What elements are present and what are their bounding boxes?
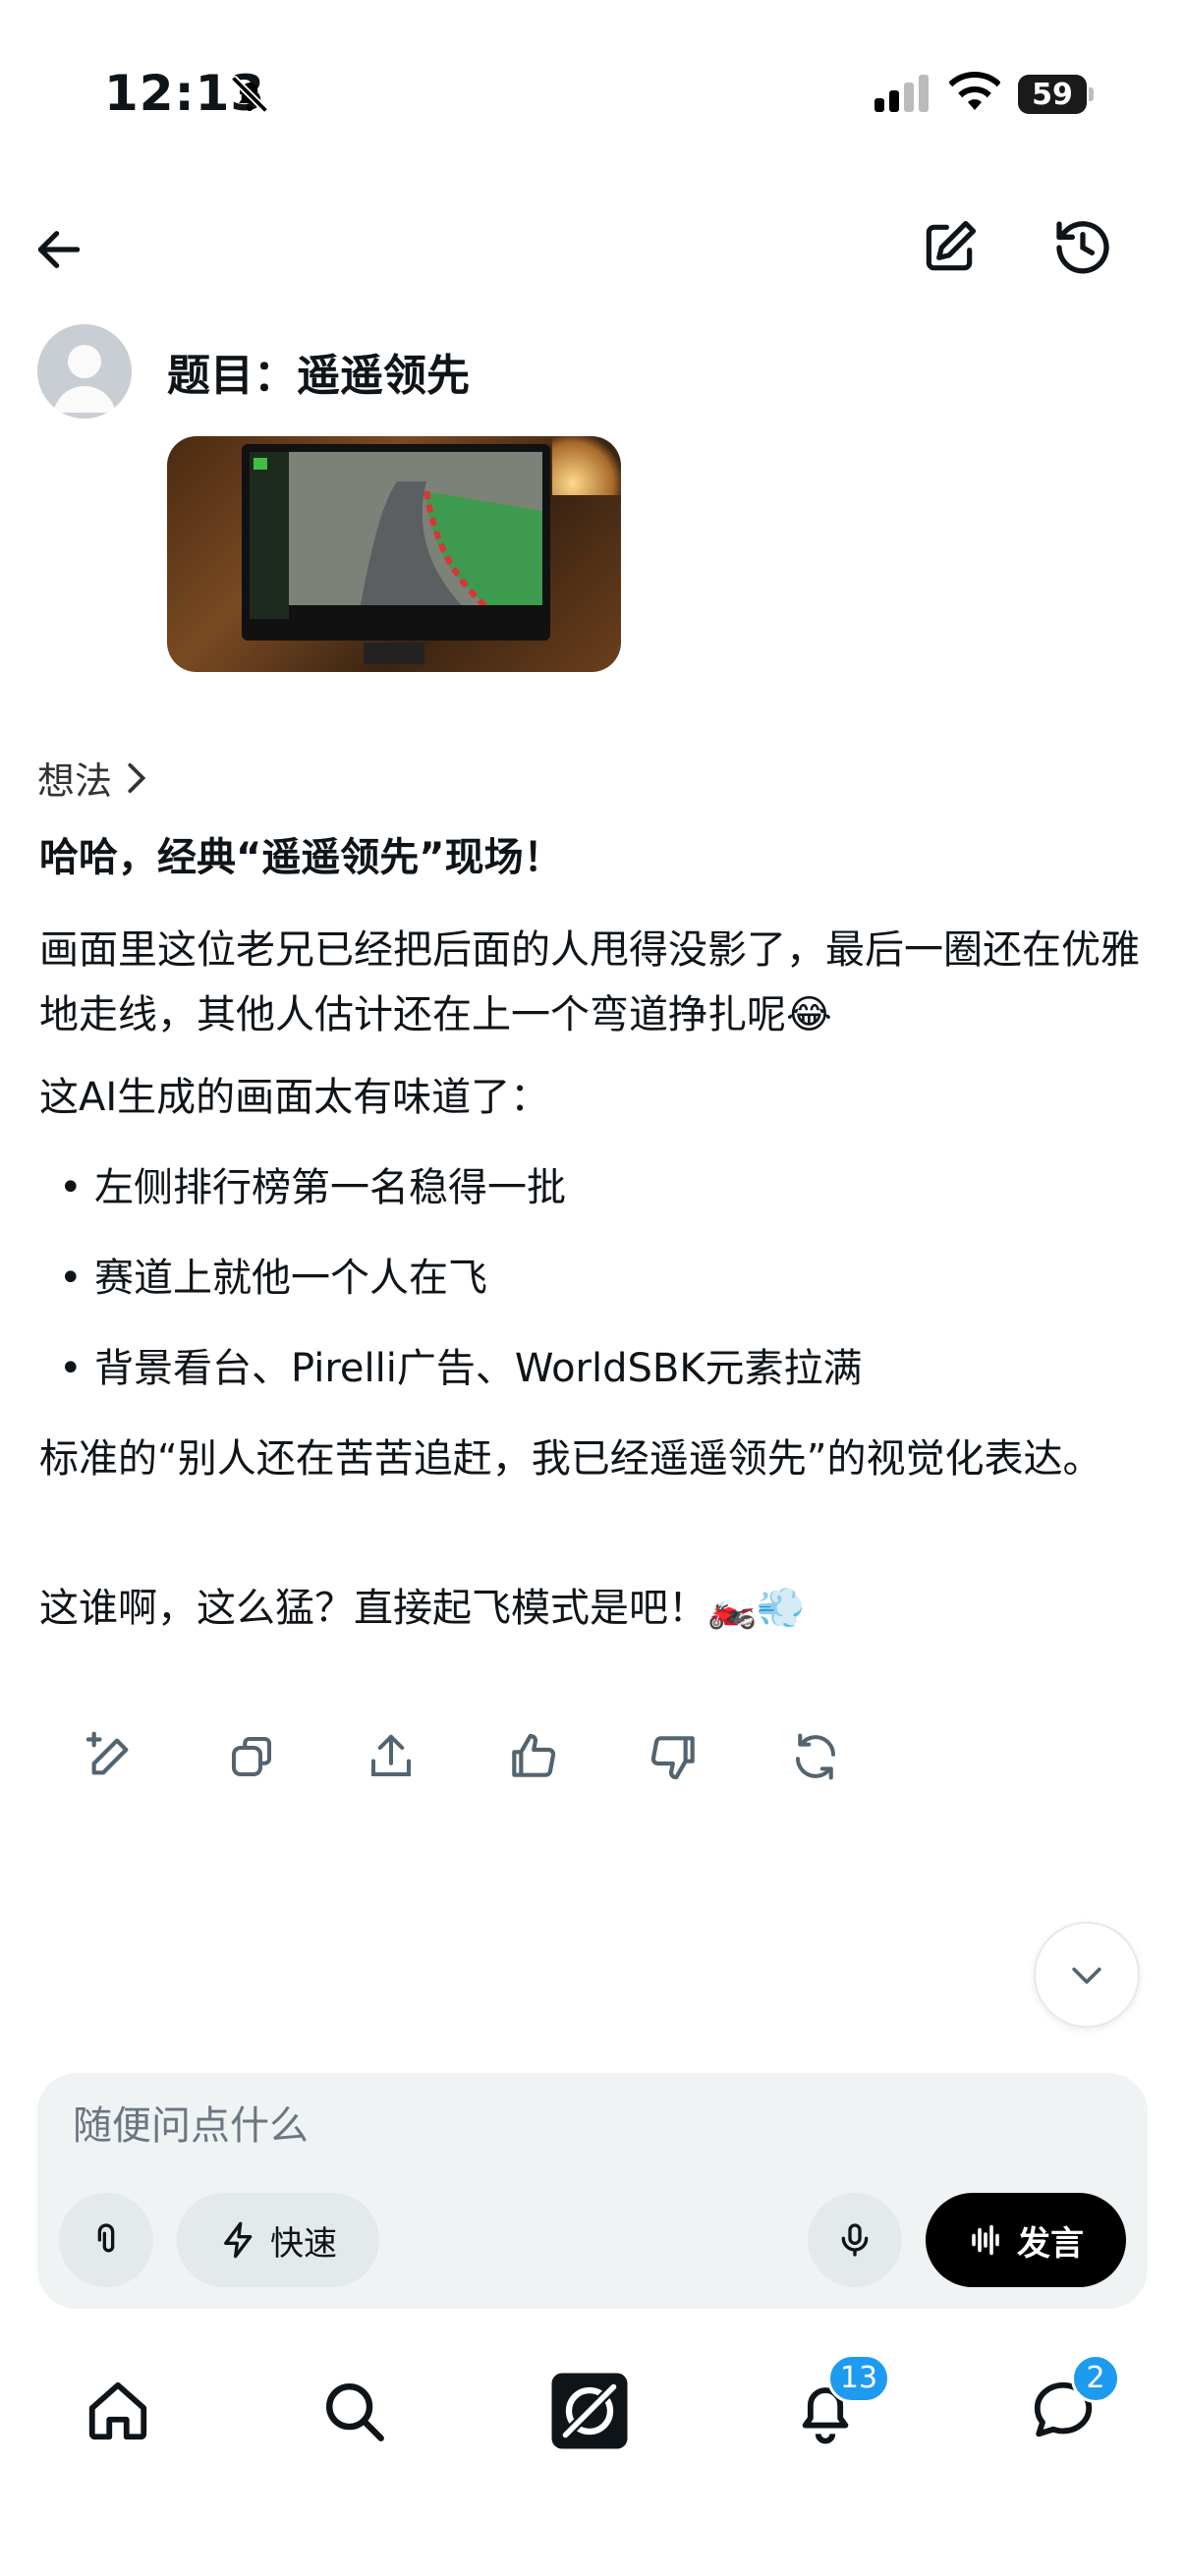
thumbs-up-icon xyxy=(512,1733,556,1777)
waveform-icon xyxy=(972,2224,999,2256)
back-button[interactable] xyxy=(22,212,96,287)
wifi-icon xyxy=(948,71,1001,118)
attach-button[interactable] xyxy=(59,2193,153,2287)
tab-grok[interactable] xyxy=(540,2362,639,2460)
list-item-text: 背景看台、Pirelli广告、WorldSBK元素拉满 xyxy=(94,1346,863,1391)
list-item: • 左侧排行榜第一名稳得一批 xyxy=(59,1165,566,1210)
history-icon xyxy=(1056,221,1109,274)
voice-mode-label: 发言 xyxy=(1017,2223,1084,2264)
thumbs-down-button[interactable] xyxy=(635,1717,713,1796)
response-paragraph: 画面里这位老兄已经把后面的人甩得没影了，最后一圈还在优雅地走线，其他人估计还在上… xyxy=(39,927,1140,1037)
response-paragraph: 标准的“别人还在苦苦追赶，我已经遥遥领先”的视觉化表达。 xyxy=(39,1436,1102,1482)
quick-mode-label: 快速 xyxy=(270,2223,337,2264)
share-button[interactable] xyxy=(352,1717,430,1796)
list-item: • 背景看台、Pirelli广告、WorldSBK元素拉满 xyxy=(59,1346,863,1391)
copy-icon xyxy=(231,1736,272,1777)
prompt-text: 题目：遥遥领先 xyxy=(167,351,470,401)
mic-button[interactable] xyxy=(808,2193,902,2287)
regenerate-icon xyxy=(795,1733,836,1780)
lightning-icon xyxy=(224,2221,253,2259)
race-screen-graphic xyxy=(250,452,542,619)
battery-icon: 59 xyxy=(1018,75,1094,114)
regenerate-button[interactable] xyxy=(776,1717,855,1796)
response-paragraph: 这AI生成的画面太有味道了： xyxy=(39,1075,550,1120)
scroll-to-bottom-button[interactable] xyxy=(1034,1922,1140,2028)
attached-image[interactable] xyxy=(167,436,621,672)
grok-icon xyxy=(551,2373,628,2449)
response-paragraph: 这谁啊，这么猛？直接起飞模式是吧！🏍️💨 xyxy=(39,1586,806,1631)
lamp-graphic xyxy=(552,436,621,495)
new-chat-button[interactable] xyxy=(912,210,987,285)
composer: 快速 发言 xyxy=(37,2073,1148,2309)
search-icon xyxy=(326,2383,384,2441)
paperclip-icon xyxy=(97,2223,115,2253)
copy-button[interactable] xyxy=(212,1717,291,1796)
default-avatar-icon xyxy=(53,345,116,413)
monitor-graphic xyxy=(242,444,550,641)
messages-badge: 2 xyxy=(1071,2354,1120,2403)
notifications-badge: 13 xyxy=(827,2354,890,2403)
quick-mode-button[interactable]: 快速 xyxy=(177,2193,379,2287)
battery-level: 59 xyxy=(1032,78,1073,112)
message-input[interactable] xyxy=(71,2102,861,2150)
tab-search[interactable] xyxy=(305,2362,403,2460)
response-headline: 哈哈，经典“遥遥领先”现场！ xyxy=(39,835,563,880)
share-icon xyxy=(370,1734,412,1777)
list-item-text: 左侧排行榜第一名稳得一批 xyxy=(94,1165,566,1210)
chevron-right-icon xyxy=(128,762,146,793)
thoughts-toggle[interactable]: 想法 xyxy=(37,751,149,805)
home-icon xyxy=(88,2381,147,2440)
avatar[interactable] xyxy=(37,324,132,419)
chevron-down-icon xyxy=(1072,1967,1101,1985)
microphone-icon xyxy=(841,2223,869,2257)
edit-pen-icon xyxy=(85,1731,129,1775)
bell-off-icon xyxy=(228,73,271,120)
edit-response-button[interactable] xyxy=(71,1717,149,1796)
monitor-stand-graphic xyxy=(364,643,424,664)
thoughts-label: 想法 xyxy=(37,759,113,803)
thumbs-down-icon xyxy=(650,1736,695,1780)
thumbs-up-button[interactable] xyxy=(493,1717,572,1796)
edit-icon xyxy=(926,220,977,271)
cellular-signal-icon xyxy=(875,75,933,118)
history-button[interactable] xyxy=(1045,210,1120,285)
arrow-left-icon xyxy=(37,231,81,268)
voice-mode-button[interactable]: 发言 xyxy=(926,2193,1126,2287)
list-item: • 赛道上就他一个人在飞 xyxy=(59,1256,487,1301)
tab-home[interactable] xyxy=(69,2362,167,2460)
list-item-text: 赛道上就他一个人在飞 xyxy=(94,1256,487,1301)
